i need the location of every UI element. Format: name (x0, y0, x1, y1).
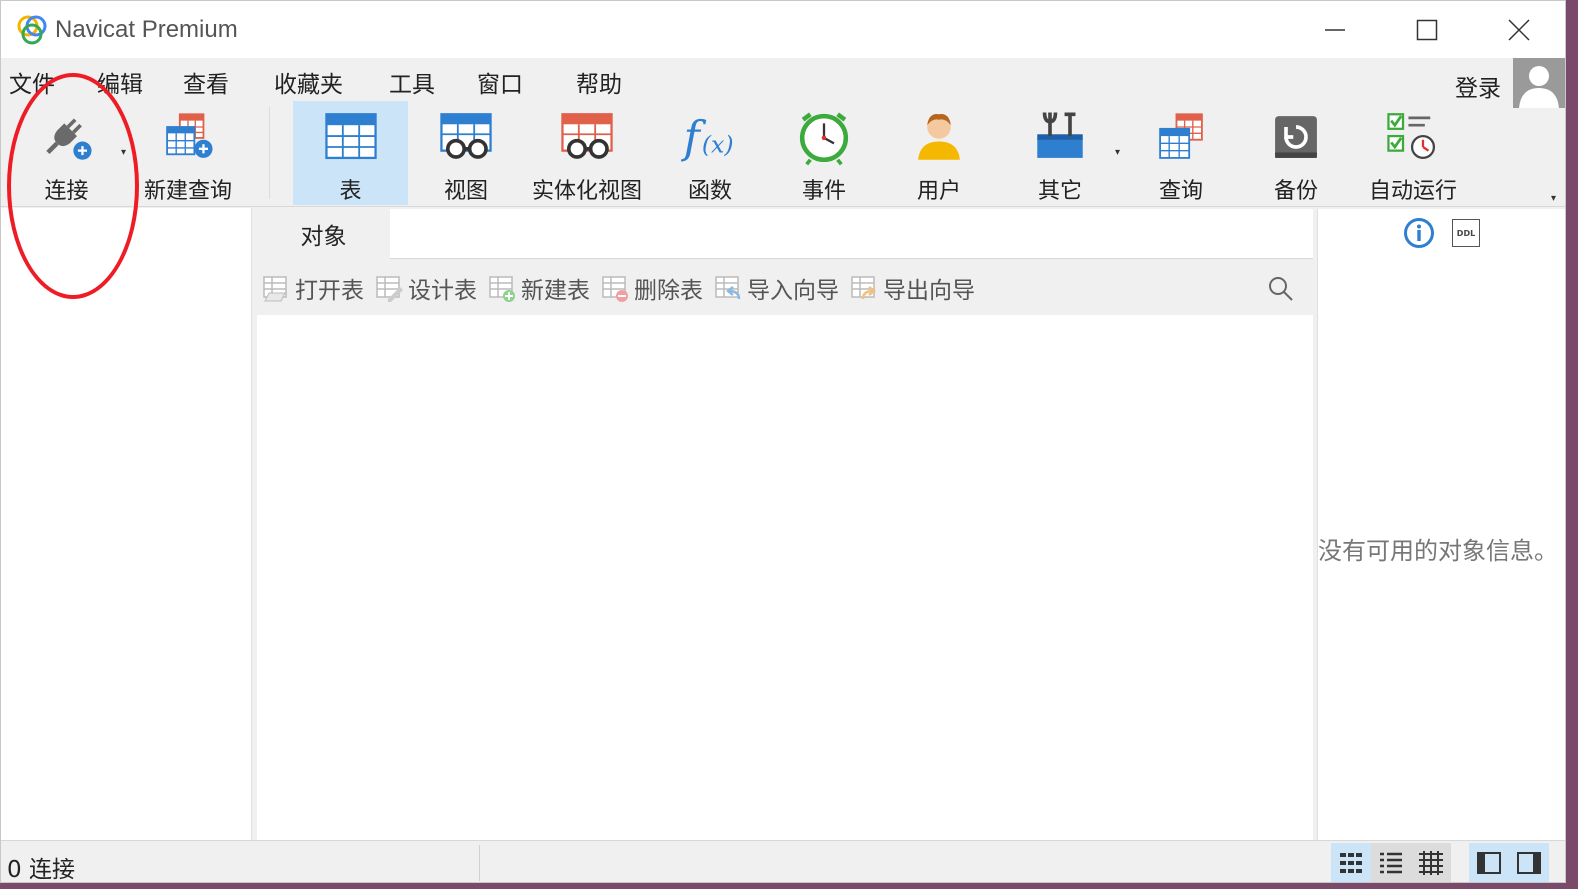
list-icon (1380, 852, 1402, 874)
status-separator (479, 845, 480, 881)
info-pane: DDL 没有可用的对象信息。 (1317, 209, 1565, 840)
maximize-icon (1416, 19, 1438, 40)
new-table-button[interactable]: 新建表 (487, 271, 590, 305)
new-table-icon (489, 276, 515, 302)
automation-checklist-icon (1387, 113, 1436, 160)
title-bar: Navicat Premium (1, 1, 1565, 58)
no-info-message: 没有可用的对象信息。 (1318, 537, 1558, 565)
menu-favorites[interactable]: 收藏夹 (274, 65, 343, 99)
toggle-left-pane-button[interactable] (1469, 843, 1509, 882)
delete-table-icon (602, 276, 628, 302)
other-dropdown-icon[interactable]: ▾ (1115, 147, 1120, 158)
automation-button[interactable]: 自动运行 (1359, 101, 1467, 205)
icon-view-button[interactable] (1331, 843, 1371, 882)
design-table-label: 设计表 (408, 278, 477, 304)
query-icon (1159, 113, 1203, 159)
maximize-button[interactable] (1381, 1, 1473, 58)
window-title: Navicat Premium (55, 15, 238, 43)
new-query-icon (166, 113, 213, 158)
toolbar-overflow-icon[interactable]: ▾ (1551, 193, 1556, 204)
search-icon[interactable] (1267, 275, 1295, 303)
connection-count: 0 连接 (7, 857, 75, 883)
object-toolbar: 打开表 设计表 新建表 删除表 导入向导 导出向导 (257, 261, 1313, 315)
materialized-view-label: 实体化视图 (531, 179, 642, 204)
detail-view-button[interactable] (1411, 843, 1451, 882)
menu-tools[interactable]: 工具 (389, 65, 435, 99)
ddl-button[interactable]: DDL (1452, 219, 1480, 247)
detail-grid-icon (1419, 851, 1443, 875)
table-button[interactable]: 表 (293, 101, 408, 205)
new-table-label: 新建表 (521, 278, 590, 304)
import-wizard-button[interactable]: 导入向导 (713, 271, 839, 305)
backup-label: 备份 (1273, 179, 1318, 204)
import-wizard-icon (715, 276, 741, 300)
function-label: 函数 (687, 179, 732, 204)
backup-button[interactable]: 备份 (1247, 101, 1345, 205)
toolbox-icon (1037, 112, 1083, 158)
toolbar-separator (269, 107, 270, 199)
right-pane-icon (1517, 852, 1541, 874)
user-button[interactable]: 用户 (890, 101, 988, 205)
open-table-label: 打开表 (295, 278, 364, 304)
export-wizard-label: 导出向导 (883, 278, 975, 304)
new-query-button[interactable]: 新建查询 (137, 101, 239, 205)
view-glasses-icon (440, 113, 492, 159)
icons-grid-icon (1340, 853, 1362, 873)
open-table-button[interactable]: 打开表 (261, 271, 364, 305)
delete-table-button[interactable]: 删除表 (600, 271, 703, 305)
query-label: 查询 (1158, 179, 1203, 204)
minimize-button[interactable] (1289, 1, 1381, 58)
menu-window[interactable]: 窗口 (477, 65, 523, 99)
view-label: 视图 (443, 179, 488, 204)
automation-label: 自动运行 (1368, 179, 1457, 204)
tab-objects[interactable]: 对象 (257, 209, 390, 259)
open-table-icon (263, 276, 287, 302)
toggle-right-pane-button[interactable] (1509, 843, 1549, 882)
design-table-button[interactable]: 设计表 (374, 271, 477, 305)
view-mode-group (1331, 843, 1451, 882)
import-wizard-label: 导入向导 (747, 278, 839, 304)
svg-text:(x): (x) (702, 130, 734, 158)
query-button[interactable]: 查询 (1132, 101, 1230, 205)
list-view-button[interactable] (1371, 843, 1411, 882)
app-window: Navicat Premium 文件 编辑 查看 收藏夹 工具 窗口 帮助 登录 (0, 0, 1566, 883)
status-bar: 0 连接 (1, 840, 1565, 883)
other-button[interactable]: 其它 (1011, 101, 1109, 205)
export-wizard-button[interactable]: 导出向导 (849, 271, 975, 305)
close-icon (1508, 18, 1530, 41)
menu-help[interactable]: 帮助 (576, 65, 622, 99)
event-label: 事件 (801, 179, 846, 204)
navicat-logo-icon (17, 15, 47, 44)
minimize-icon (1325, 28, 1345, 31)
table-label: 表 (339, 179, 362, 204)
info-icon[interactable] (1403, 217, 1435, 249)
other-label: 其它 (1037, 179, 1082, 204)
menu-view[interactable]: 查看 (183, 65, 229, 99)
menu-bar: 文件 编辑 查看 收藏夹 工具 窗口 帮助 登录 (1, 59, 1565, 103)
login-link[interactable]: 登录 (1455, 69, 1501, 103)
left-pane-icon (1477, 852, 1501, 874)
user-label: 用户 (916, 179, 961, 204)
connection-tree-pane[interactable] (1, 208, 252, 840)
annotation-circle (7, 73, 139, 299)
user-icon (918, 114, 960, 160)
close-button[interactable] (1473, 1, 1565, 58)
table-icon (324, 113, 377, 160)
main-toolbar: 连接 ▾ 新建查询 表 视图 实体化视图 f (x) 函数 事件 用户 其它 ▾… (1, 101, 1565, 207)
pane-toggle-group (1469, 843, 1549, 882)
function-button[interactable]: f (x) 函数 (661, 101, 759, 205)
alarm-clock-icon (799, 112, 849, 166)
backup-icon (1275, 116, 1317, 158)
function-fx-icon: f (x) (681, 113, 734, 163)
event-button[interactable]: 事件 (775, 101, 873, 205)
design-table-icon (376, 276, 403, 302)
materialized-view-button[interactable]: 实体化视图 (525, 101, 649, 205)
delete-table-label: 删除表 (634, 278, 703, 304)
view-button[interactable]: 视图 (416, 101, 516, 205)
new-query-label: 新建查询 (143, 179, 232, 204)
tab-bar: 对象 (257, 209, 1313, 259)
export-wizard-icon (851, 276, 877, 300)
materialized-view-icon (561, 113, 613, 159)
object-list-area[interactable] (257, 315, 1313, 840)
